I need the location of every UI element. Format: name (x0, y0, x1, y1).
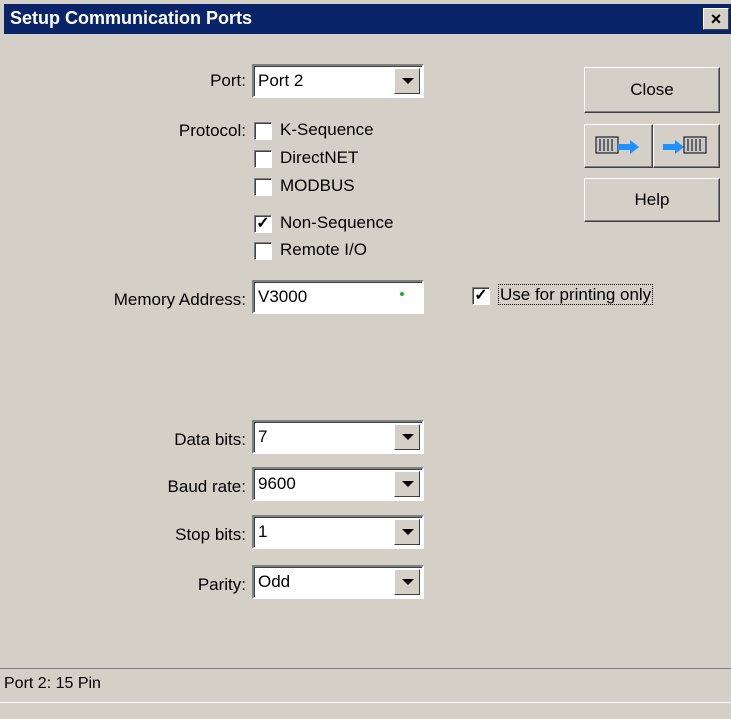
k-sequence-checkbox[interactable] (254, 122, 272, 140)
chevron-down-icon (402, 481, 414, 487)
modbus-label: MODBUS (280, 176, 355, 195)
remote-io-checkbox[interactable] (254, 242, 272, 260)
port-select[interactable]: Port 2 (252, 64, 424, 98)
port-dropdown-button[interactable] (394, 68, 420, 94)
port-label: Port: (210, 71, 246, 90)
directnet-checkbox[interactable] (254, 150, 272, 168)
memory-address-value: V3000 (258, 287, 308, 306)
close-button-label: Close (630, 80, 674, 99)
read-from-plc-button[interactable] (584, 124, 653, 168)
help-button[interactable]: Help (584, 178, 720, 222)
status-bar: Port 2: 15 Pin (0, 668, 731, 702)
close-button[interactable]: Close (584, 67, 720, 113)
baud-rate-select[interactable]: 9600 (252, 467, 424, 501)
plc-to-pc-icon (595, 136, 639, 154)
stop-bits-select[interactable]: 1 (252, 515, 424, 549)
setup-communication-ports-dialog: Setup Communication Ports × Port: Port 2… (0, 0, 731, 719)
non-sequence-label: Non-Sequence (280, 213, 394, 232)
protocol-label: Protocol: (178, 121, 246, 140)
remote-io-label: Remote I/O (280, 240, 367, 259)
stop-bits-dropdown-button[interactable] (394, 519, 420, 545)
memory-address-input[interactable]: V3000 (252, 280, 424, 314)
write-to-plc-button[interactable] (653, 124, 720, 168)
title-bar: Setup Communication Ports × (4, 4, 731, 34)
status-bar-bottom-edge (0, 702, 731, 719)
parity-value: Odd (258, 572, 291, 591)
parity-dropdown-button[interactable] (394, 569, 420, 595)
baud-rate-dropdown-button[interactable] (394, 471, 420, 497)
port-value: Port 2 (258, 71, 304, 90)
close-icon[interactable]: × (703, 8, 729, 30)
memory-address-label: Memory Address: (113, 290, 246, 309)
chevron-down-icon (402, 529, 414, 535)
data-bits-value: 7 (258, 427, 268, 446)
chevron-down-icon (402, 579, 414, 585)
k-sequence-label: K-Sequence (280, 120, 374, 139)
status-text: Port 2: 15 Pin (4, 675, 101, 692)
non-sequence-checkbox[interactable]: ✓ (254, 215, 272, 233)
directnet-label: DirectNET (280, 148, 359, 167)
help-button-label: Help (634, 190, 670, 209)
data-bits-label: Data bits: (174, 430, 246, 449)
baud-rate-label: Baud rate: (167, 477, 246, 496)
data-bits-dropdown-button[interactable] (394, 424, 420, 450)
chevron-down-icon (402, 434, 414, 440)
print-only-checkbox[interactable]: ✓ (472, 287, 490, 305)
window-title: Setup Communication Ports (10, 8, 253, 28)
modbus-checkbox[interactable] (254, 178, 272, 196)
data-bits-select[interactable]: 7 (252, 420, 424, 454)
pc-to-plc-icon (663, 136, 707, 154)
stop-bits-value: 1 (258, 522, 268, 541)
chevron-down-icon (402, 78, 414, 84)
baud-rate-value: 9600 (258, 474, 296, 493)
status-dot-icon (400, 292, 404, 296)
parity-select[interactable]: Odd (252, 565, 424, 599)
stop-bits-label: Stop bits: (175, 525, 246, 544)
print-only-label: Use for printing only (498, 284, 654, 305)
parity-label: Parity: (197, 575, 246, 594)
